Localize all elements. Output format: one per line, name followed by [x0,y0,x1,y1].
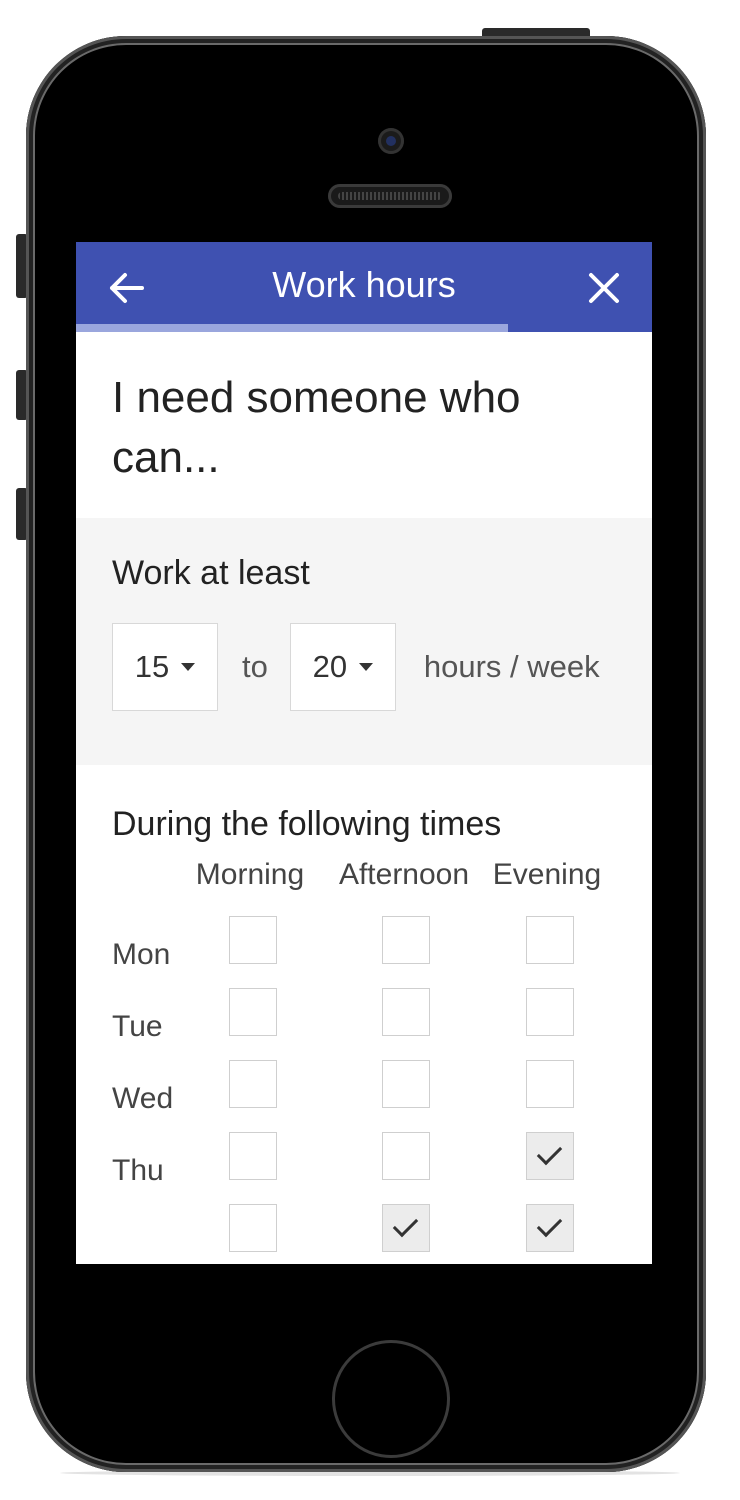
checkbox-afternoon[interactable] [382,916,430,964]
caret-down-icon [359,663,374,671]
schedule-grid: Mon Tue Wed Thu [112,916,616,1264]
schedule-row: Thu [112,1132,616,1204]
min-hours-value: 15 [134,649,170,684]
checkbox-afternoon[interactable] [382,1060,430,1108]
schedule-row [112,1204,616,1264]
progress-bar-fill [76,324,508,332]
schedule-section-title: During the following times [112,805,502,843]
progress-bar [76,324,652,332]
hours-row: 15 to 20 hours / week [112,623,616,711]
checkbox-evening[interactable] [526,988,574,1036]
column-evening: Evening [492,858,602,891]
schedule-row: Mon [112,916,616,988]
to-label: to [242,649,268,684]
close-icon[interactable] [586,270,622,306]
schedule-section: During the following times Morning After… [76,765,652,1264]
checkbox-morning[interactable] [229,1132,277,1180]
checkbox-evening[interactable] [526,1060,574,1108]
checkbox-evening[interactable] [526,916,574,964]
checkbox-afternoon[interactable] [382,988,430,1036]
home-button [332,1340,450,1458]
app-screen: Work hours I need someone who can... Wor… [76,242,652,1264]
hours-section: Work at least 15 to 20 hours / week [76,518,652,765]
hours-unit-label: hours / week [423,649,600,684]
schedule-header: Morning Afternoon Evening [112,858,616,916]
max-hours-select[interactable]: 20 [289,623,396,711]
checkbox-afternoon[interactable] [382,1132,430,1180]
column-morning: Morning [195,858,305,891]
checkbox-morning[interactable] [229,988,277,1036]
page-title: Work hours [272,264,456,305]
front-camera [378,128,404,154]
schedule-row: Wed [112,1060,616,1132]
caret-down-icon [181,663,196,671]
day-label: Tue [112,1010,163,1043]
checkbox-afternoon[interactable] [382,1204,430,1252]
question-heading: I need someone who can... [112,373,521,482]
day-label: Wed [112,1082,174,1115]
day-label: Mon [112,938,171,971]
checkbox-morning[interactable] [229,916,277,964]
hours-section-title: Work at least [112,554,310,592]
earpiece-speaker [328,184,452,208]
checkbox-morning[interactable] [229,1060,277,1108]
min-hours-select[interactable]: 15 [112,623,218,711]
max-hours-value: 20 [312,649,348,684]
app-bar: Work hours [76,242,652,332]
schedule-row: Tue [112,988,616,1060]
column-afternoon: Afternoon [338,858,470,891]
checkbox-morning[interactable] [229,1204,277,1252]
checkbox-evening[interactable] [526,1204,574,1252]
day-label: Thu [112,1154,164,1187]
checkbox-evening[interactable] [526,1132,574,1180]
